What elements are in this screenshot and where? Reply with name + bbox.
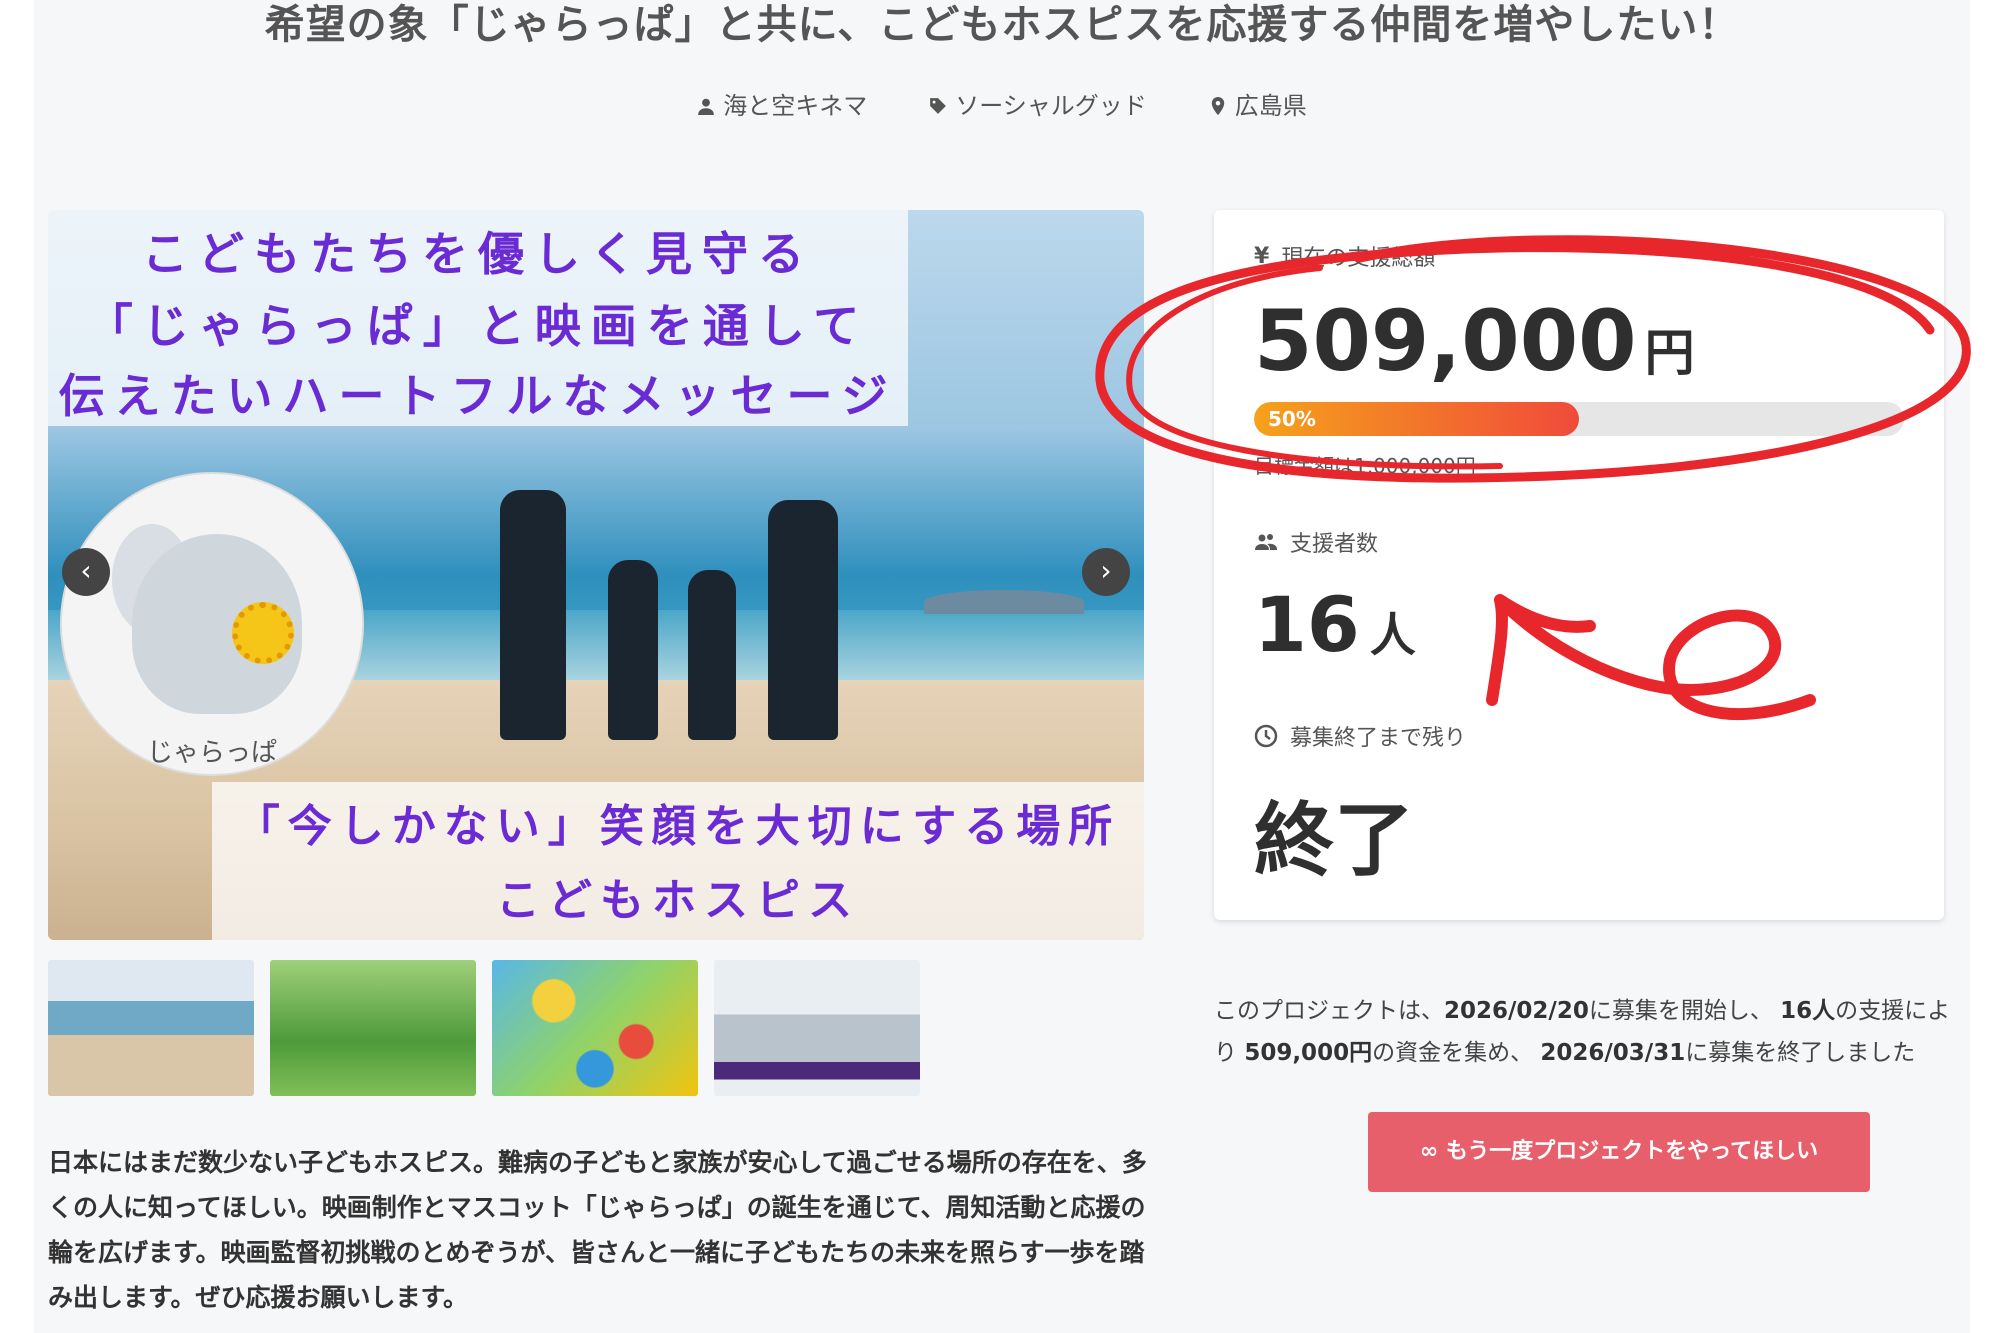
sunflower-icon <box>232 602 294 664</box>
progress-percent: 50% <box>1268 407 1316 431</box>
project-meta: 海と空キネマ ソーシャルグッド 広島県 <box>34 86 1970 126</box>
backers-label: 支援者数 <box>1254 526 1378 558</box>
author-link[interactable]: 海と空キネマ <box>697 86 867 126</box>
backers-label-text: 支援者数 <box>1290 532 1379 557</box>
project-page: 希望の象「じゃらっぱ」と共に、こどもホスピスを応援する仲間を増やしたい！ 海と空… <box>34 0 1970 1333</box>
backers-value: 16 <box>1254 580 1360 669</box>
users-icon <box>1255 534 1277 550</box>
thumbnail-strip <box>48 960 920 1096</box>
summary-text: に募集を終了しました <box>1685 1040 1916 1066</box>
author-name: 海と空キネマ <box>723 92 868 120</box>
amount-label: ¥ 現在の支援総額 <box>1254 240 1435 272</box>
summary-text: に募集を開始し、 <box>1588 998 1773 1024</box>
thumbnail-1[interactable] <box>48 960 254 1096</box>
hero-line-3: 伝えたいハートフルなメッセージ <box>58 369 898 423</box>
hero-line-2: 「じゃらっぱ」と映画を通して <box>86 299 870 353</box>
family-figure <box>608 560 658 740</box>
location-link[interactable]: 広島県 <box>1209 86 1307 126</box>
thumbnail-3[interactable] <box>492 960 698 1096</box>
amount-label-text: 現在の支援総額 <box>1281 246 1436 271</box>
location-name: 広島県 <box>1234 92 1307 120</box>
yen-icon: ¥ <box>1254 243 1270 269</box>
category-name: ソーシャルグッド <box>955 92 1147 120</box>
backers-unit: 人 <box>1369 608 1416 662</box>
hero-line-5: こどもホスピス <box>496 875 860 926</box>
family-figure <box>768 500 838 740</box>
end-date: 2026/03/31 <box>1540 1040 1686 1066</box>
start-date: 2026/02/20 <box>1444 998 1589 1024</box>
map-pin-icon <box>1211 97 1224 115</box>
backers-count: 16 人 <box>1254 580 1416 669</box>
amount-value: 509,000 <box>1254 292 1637 390</box>
summary-backers: 16人 <box>1780 998 1836 1024</box>
main-image-carousel[interactable]: こどもたちを優しく見守る 「じゃらっぱ」と映画を通して 伝えたいハートフルなメッ… <box>48 210 1144 940</box>
family-figure <box>688 570 736 740</box>
summary-amount: 509,000円 <box>1244 1040 1373 1066</box>
tag-icon <box>930 98 947 114</box>
target-amount: 目標金額は1,000,000円 <box>1254 454 1476 478</box>
hero-line-1: こどもたちを優しく見守る <box>142 227 814 281</box>
island <box>924 590 1084 614</box>
summary-text: このプロジェクトは、 <box>1214 998 1444 1024</box>
clock-icon <box>1254 724 1278 748</box>
category-link[interactable]: ソーシャルグッド <box>929 86 1147 126</box>
mascot-image: じゃらっぱ <box>60 472 364 776</box>
request-again-button[interactable]: ∞ もう一度プロジェクトをやってほしい <box>1368 1112 1870 1192</box>
carousel-prev-button[interactable]: ‹ <box>62 548 110 596</box>
thumbnail-4[interactable] <box>714 960 920 1096</box>
summary-text: の資金を集め、 <box>1372 1040 1534 1066</box>
funding-stats-card: ¥ 現在の支援総額 509,000 円 50% 目標金額は1,000,000円 支… <box>1214 210 1944 920</box>
thumbnail-2[interactable] <box>270 960 476 1096</box>
remaining-label-text: 募集終了まで残り <box>1290 726 1467 751</box>
page-title: 希望の象「じゃらっぱ」と共に、こどもホスピスを応援する仲間を増やしたい！ <box>264 2 1740 48</box>
project-summary: このプロジェクトは、2026/02/20に募集を開始し、 16人の支援により 5… <box>1214 990 1954 1074</box>
remaining-label: 募集終了まで残り <box>1254 720 1466 752</box>
progress-bar: 50% <box>1254 402 1904 436</box>
family-figure <box>500 490 566 740</box>
amount-raised: 509,000 円 <box>1254 292 1695 390</box>
amount-unit: 円 <box>1644 324 1695 382</box>
carousel-next-button[interactable]: › <box>1082 548 1130 596</box>
project-description: 日本にはまだ数少ない子どもホスピス。難病の子どもと家族が安心して過ごせる場所の存… <box>48 1148 1147 1312</box>
user-icon <box>698 98 715 115</box>
mascot-label: じゃらっぱ <box>146 738 277 768</box>
remaining-value: 終了 <box>1254 794 1414 887</box>
hero-line-4: 「今しかない」笑顔を大切にする場所 <box>235 801 1121 852</box>
